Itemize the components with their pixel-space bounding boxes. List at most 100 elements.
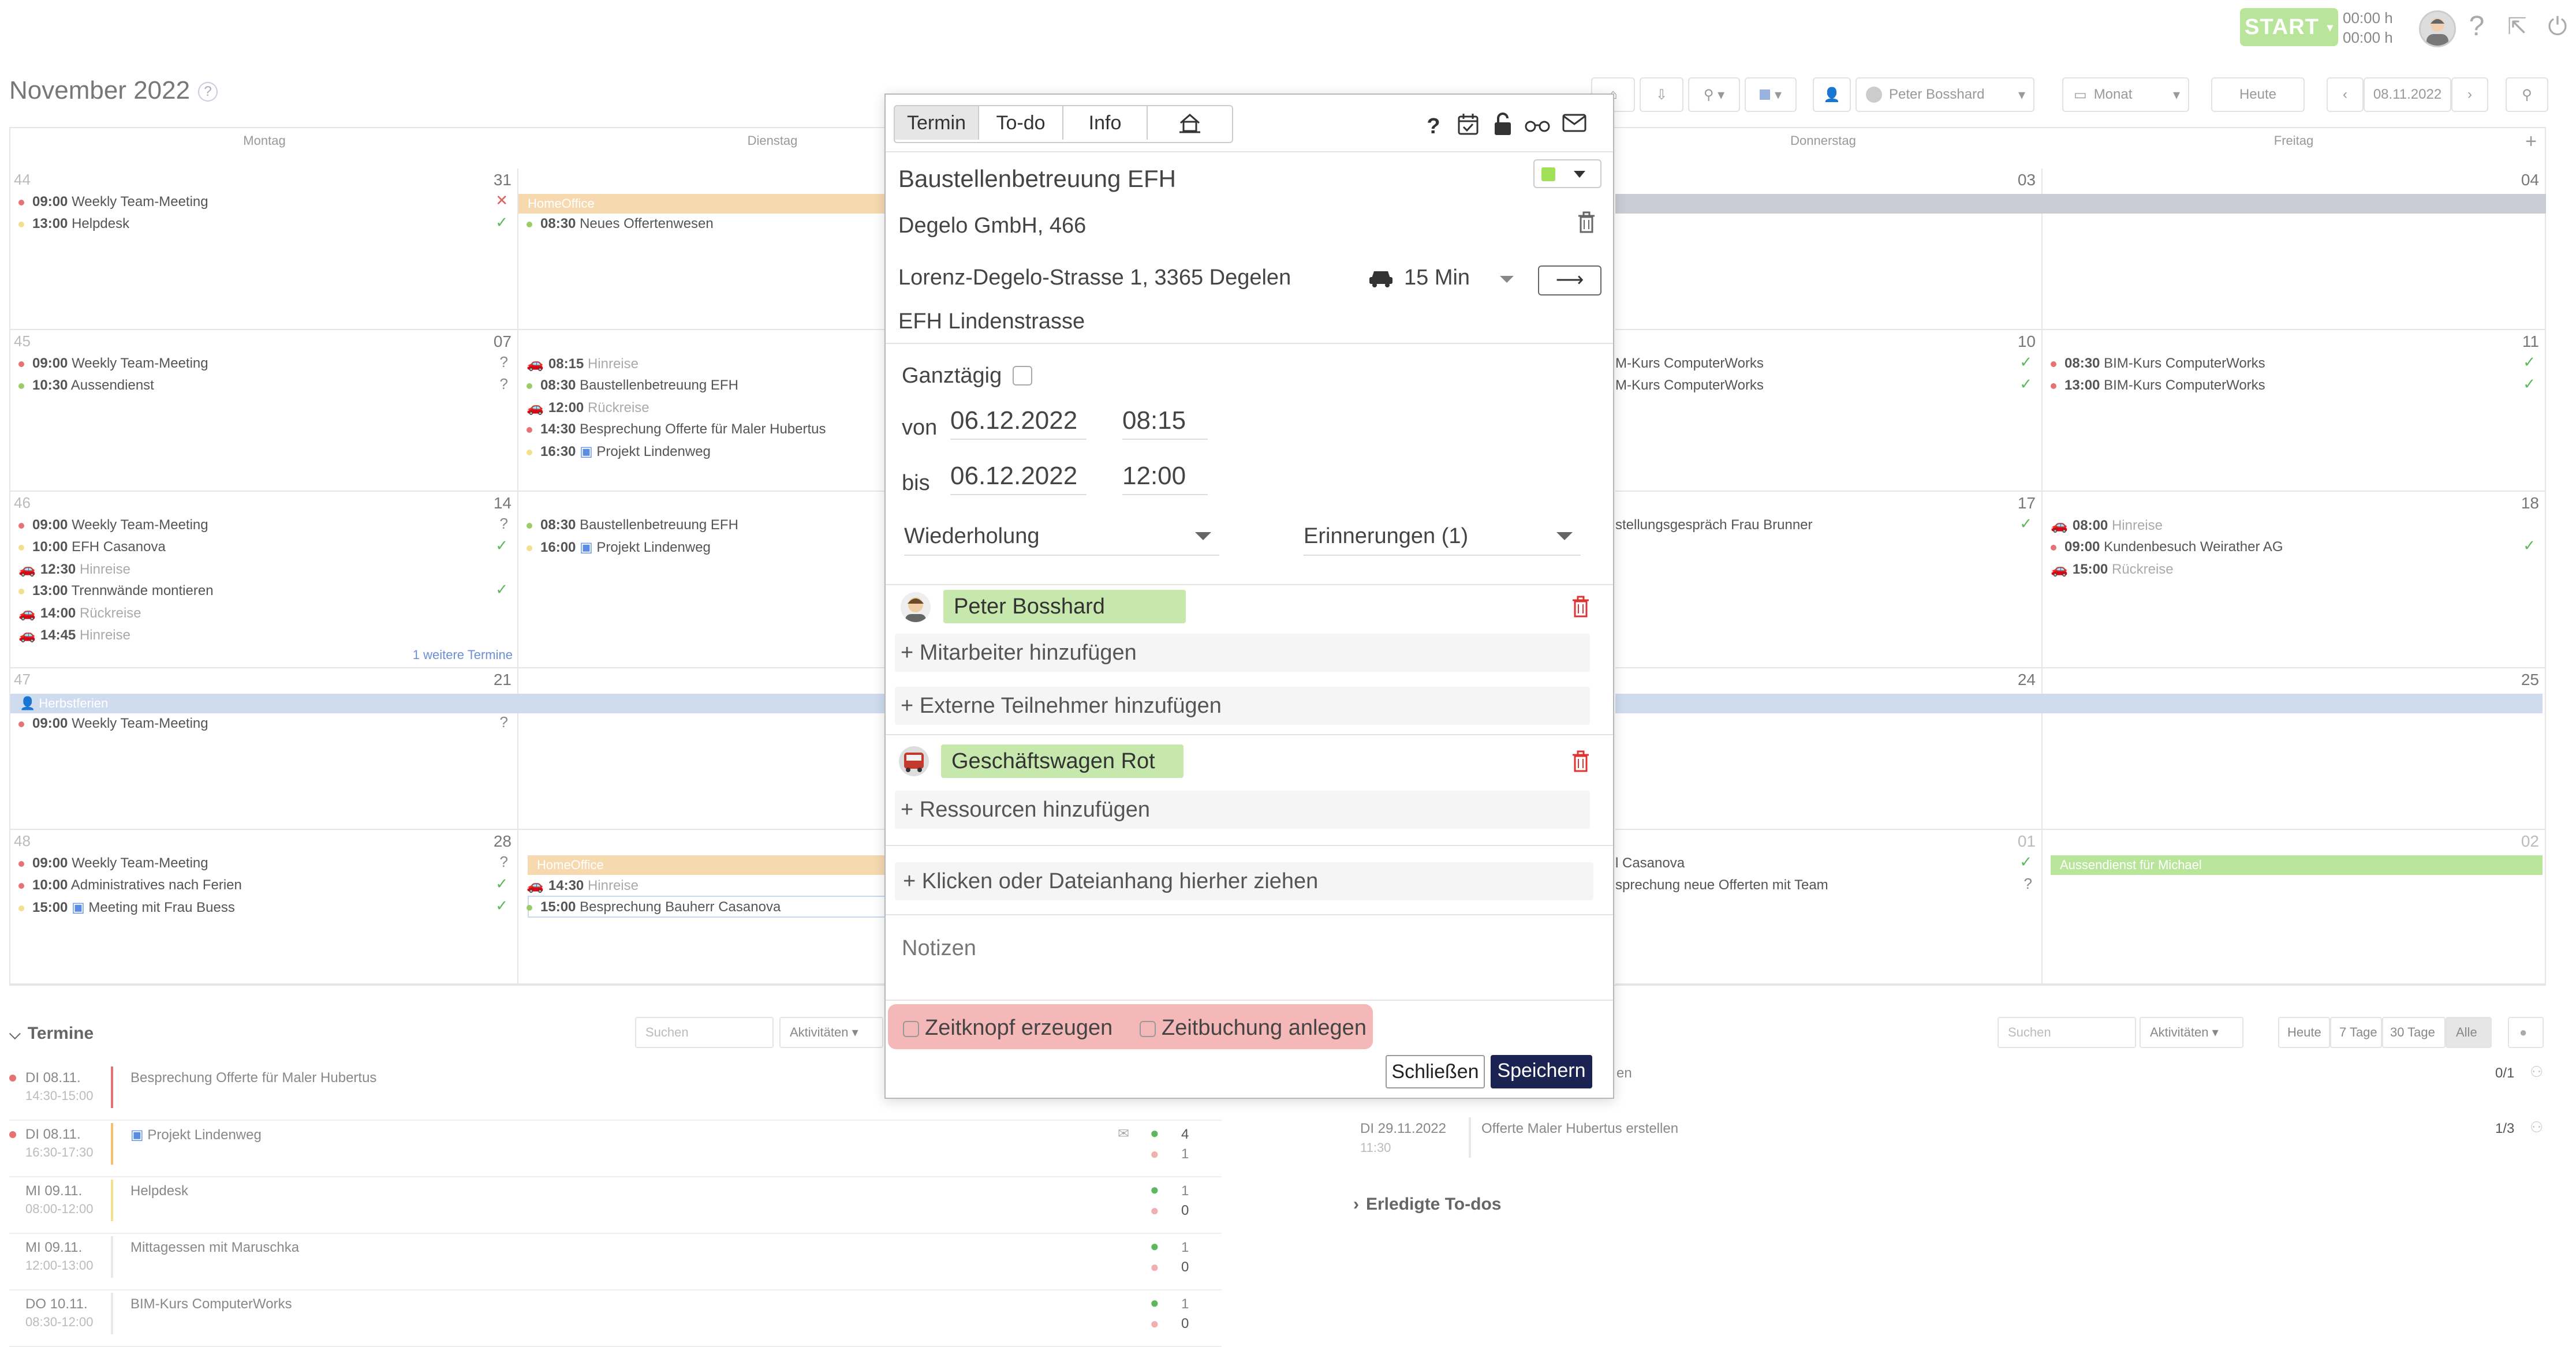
allday-bar-holidays[interactable]: 👤 Herbstferien bbox=[10, 694, 518, 713]
day-cell[interactable]: 24 bbox=[1615, 668, 2043, 830]
day-cell[interactable]: 46 14 09:00 Weekly Team-Meeting ? 10:00 … bbox=[10, 492, 518, 668]
day-cell[interactable] bbox=[518, 668, 894, 830]
navigate-arrow-button[interactable]: ⟶ bbox=[1538, 265, 1601, 295]
calendar-event[interactable]: 🚗 08:15 Hinreise bbox=[527, 356, 639, 372]
calendar-event[interactable]: 13:00 Trennwände montieren bbox=[18, 583, 214, 599]
tab-todo[interactable]: To-do bbox=[979, 106, 1063, 140]
add-icon[interactable]: + bbox=[2525, 130, 2537, 153]
save-button[interactable]: Speichern bbox=[1491, 1055, 1592, 1088]
allday-bar[interactable] bbox=[2043, 194, 2546, 214]
allday-bar-homeoffice[interactable]: HomeOffice bbox=[528, 855, 894, 875]
day-cell[interactable]: 48 28 09:00 Weekly Team-Meeting ? 10:00 … bbox=[10, 830, 518, 985]
chevron-down-icon[interactable] bbox=[1500, 276, 1514, 283]
range-30-days[interactable]: 30 Tage bbox=[2382, 1017, 2446, 1048]
trash-icon[interactable] bbox=[1570, 596, 1591, 619]
trash-icon[interactable] bbox=[1570, 750, 1591, 773]
allday-bar-aussendienst[interactable]: Aussendienst für Michael bbox=[2051, 855, 2543, 875]
day-cell[interactable]: 44 31 09:00 Weekly Team-Meeting ✕ 13:00 … bbox=[10, 169, 518, 330]
calendar-event[interactable]: 🚗 15:00 Rückreise bbox=[2051, 561, 2174, 578]
view-select[interactable]: ▭ Monat ▾ bbox=[2062, 77, 2189, 112]
calendar-event-selected[interactable]: 15:00 Besprechung Bauherr Casanova bbox=[527, 899, 781, 915]
calendar-event[interactable]: M-Kurs ComputerWorks bbox=[1615, 377, 1764, 394]
color-filter-icon[interactable]: ▾ bbox=[1745, 77, 1797, 112]
more-events-link[interactable]: 1 weitere Termine bbox=[413, 648, 513, 663]
range-7-days[interactable]: 7 Tage bbox=[2330, 1017, 2382, 1048]
next-arrow-icon[interactable]: › bbox=[2451, 77, 2488, 112]
day-cell[interactable]: 08:30 Baustellenbetreuung EFH 16:00 ▣ Pr… bbox=[518, 492, 894, 668]
address-field[interactable]: Lorenz-Degelo-Strasse 1, 3365 Degelen bbox=[898, 265, 1291, 290]
user-select[interactable]: Peter Bosshard ▾ bbox=[1856, 77, 2034, 112]
day-cell[interactable]: 🚗 08:15 Hinreise 08:30 Baustellenbetreuun… bbox=[518, 330, 894, 492]
todo-name[interactable]: Offerte Maler Hubertus erstellen bbox=[1481, 1121, 1678, 1137]
power-icon[interactable]: ⏻ bbox=[2541, 10, 2574, 43]
participant-chip[interactable]: Peter Bosshard bbox=[943, 590, 1186, 623]
calendar-event[interactable]: 09:00 Weekly Team-Meeting bbox=[18, 356, 208, 372]
appointment-title[interactable]: Baustellenbetreuung EFH bbox=[898, 165, 1176, 193]
calendar-event[interactable]: stellungsgespräch Frau Brunner bbox=[1615, 517, 1813, 533]
calendar-event[interactable]: 08:30 BIM-Kurs ComputerWorks bbox=[2051, 356, 2265, 372]
search-icon[interactable]: ⚲ bbox=[2506, 77, 2548, 112]
calendar-event[interactable]: 🚗 14:30 Hinreise bbox=[527, 877, 639, 894]
add-external-button[interactable]: + Externe Teilnehmer hinzufügen bbox=[895, 687, 1590, 725]
calendar-check-icon[interactable] bbox=[1454, 112, 1483, 141]
travel-time[interactable]: 15 Min bbox=[1404, 265, 1470, 290]
from-time-input[interactable]: 08:15 bbox=[1122, 406, 1208, 440]
day-cell[interactable]: 47 21 👤 Herbstferien 09:00 Weekly Team-Me… bbox=[10, 668, 518, 830]
reminder-select[interactable]: Erinnerungen (1) bbox=[1304, 524, 1581, 556]
notes-input[interactable]: Notizen bbox=[902, 936, 976, 961]
day-cell[interactable]: 10 M-Kurs ComputerWorks ✓ M-Kurs Compute… bbox=[1615, 330, 2043, 492]
start-button[interactable]: START ▾ bbox=[2240, 8, 2338, 46]
todo-activity-filter[interactable]: Aktivitäten ▾ bbox=[2140, 1017, 2243, 1048]
tab-termin[interactable]: Termin bbox=[895, 106, 979, 140]
export-icon[interactable]: ⇱ bbox=[2501, 10, 2533, 43]
allday-bar-holidays[interactable] bbox=[1615, 694, 2043, 713]
calendar-event[interactable]: l Casanova bbox=[1615, 855, 1685, 871]
calendar-event[interactable]: sprechung neue Offerten mit Team bbox=[1615, 877, 1828, 893]
calendar-event[interactable]: 13:00 BIM-Kurs ComputerWorks bbox=[2051, 377, 2265, 394]
day-cell[interactable]: 18 🚗 08:00 Hinreise 09:00 Kundenbesuch We… bbox=[2043, 492, 2546, 668]
calendar-event[interactable]: 16:30 ▣ Projekt Lindenweg bbox=[527, 443, 711, 460]
calendar-event[interactable]: 09:00 Weekly Team-Meeting bbox=[18, 517, 208, 533]
date-display[interactable]: 08.11.2022 bbox=[2364, 77, 2451, 112]
glasses-icon[interactable] bbox=[1523, 112, 1552, 141]
calendar-event[interactable]: 🚗 12:00 Rückreise bbox=[527, 399, 649, 416]
calendar-event[interactable]: 10:00 Administratives nach Ferien bbox=[18, 877, 242, 893]
day-cell[interactable]: 02 Aussendienst für Michael bbox=[2043, 830, 2546, 985]
day-cell[interactable]: 45 07 09:00 Weekly Team-Meeting ? 10:30 … bbox=[10, 330, 518, 492]
calendar-event[interactable]: 10:30 Aussendienst bbox=[18, 377, 154, 394]
calendar-event[interactable]: 16:00 ▣ Projekt Lindenweg bbox=[527, 539, 711, 556]
allday-bar-holidays[interactable] bbox=[2043, 694, 2543, 713]
day-cell[interactable]: 01 l Casanova ✓ sprechung neue Offerten … bbox=[1615, 830, 2043, 985]
calendar-event[interactable]: 13:00 Helpdesk bbox=[18, 216, 129, 232]
add-resource-button[interactable]: + Ressourcen hinzufügen bbox=[895, 791, 1590, 829]
color-picker[interactable] bbox=[1533, 159, 1601, 188]
tab-home-icon[interactable] bbox=[1148, 106, 1232, 140]
calendar-event[interactable]: 09:00 Kundenbesuch Weirather AG bbox=[2051, 539, 2283, 555]
day-cell[interactable]: 03 bbox=[1615, 169, 2043, 330]
calendar-event[interactable]: 🚗 14:45 Hinreise bbox=[18, 627, 130, 643]
tab-info[interactable]: Info bbox=[1063, 106, 1148, 140]
close-button[interactable]: Schließen bbox=[1386, 1055, 1485, 1088]
list-item[interactable]: MI 09.11. 08:00-12:00 Helpdesk ● 1 ● 0 bbox=[9, 1176, 1222, 1234]
person-icon[interactable]: 👤 bbox=[1813, 77, 1851, 112]
mail-icon[interactable] bbox=[1560, 112, 1589, 141]
help-icon[interactable]: ? bbox=[2461, 10, 2493, 43]
calendar-event[interactable]: 08:30 Baustellenbetreuung EFH bbox=[527, 517, 738, 533]
day-cell[interactable]: HomeOffice 🚗 14:30 Hinreise 15:00 Besprec… bbox=[518, 830, 894, 985]
done-todos-toggle[interactable]: › Erledigte To-dos bbox=[1353, 1195, 1501, 1214]
to-time-input[interactable]: 12:00 bbox=[1122, 462, 1208, 495]
day-cell[interactable]: 25 bbox=[2043, 668, 2546, 830]
help-icon[interactable]: ? bbox=[1419, 112, 1448, 141]
calendar-event[interactable]: 14:30 Besprechung Offerte für Maler Hube… bbox=[527, 421, 826, 437]
calendar-event[interactable]: 🚗 12:30 Hinreise bbox=[18, 561, 130, 578]
day-cell[interactable]: 04 bbox=[2043, 169, 2546, 330]
from-date-input[interactable]: 06.12.2022 bbox=[950, 406, 1087, 440]
day-cell[interactable]: 17 stellungsgespräch Frau Brunner ✓ bbox=[1615, 492, 2043, 668]
calendar-event[interactable]: 10:00 EFH Casanova bbox=[18, 539, 166, 555]
calendar-event[interactable]: 09:00 Weekly Team-Meeting bbox=[18, 194, 208, 210]
activity-filter[interactable]: Aktivitäten ▾ bbox=[779, 1017, 883, 1048]
mail-icon[interactable]: ✉ bbox=[1118, 1125, 1129, 1142]
calendar-event[interactable]: 08:30 Neues Offertenwesen bbox=[527, 216, 714, 232]
calendar-event[interactable]: 15:00 ▣ Meeting mit Frau Buess bbox=[18, 899, 235, 916]
prev-arrow-icon[interactable]: ‹ bbox=[2327, 77, 2364, 112]
